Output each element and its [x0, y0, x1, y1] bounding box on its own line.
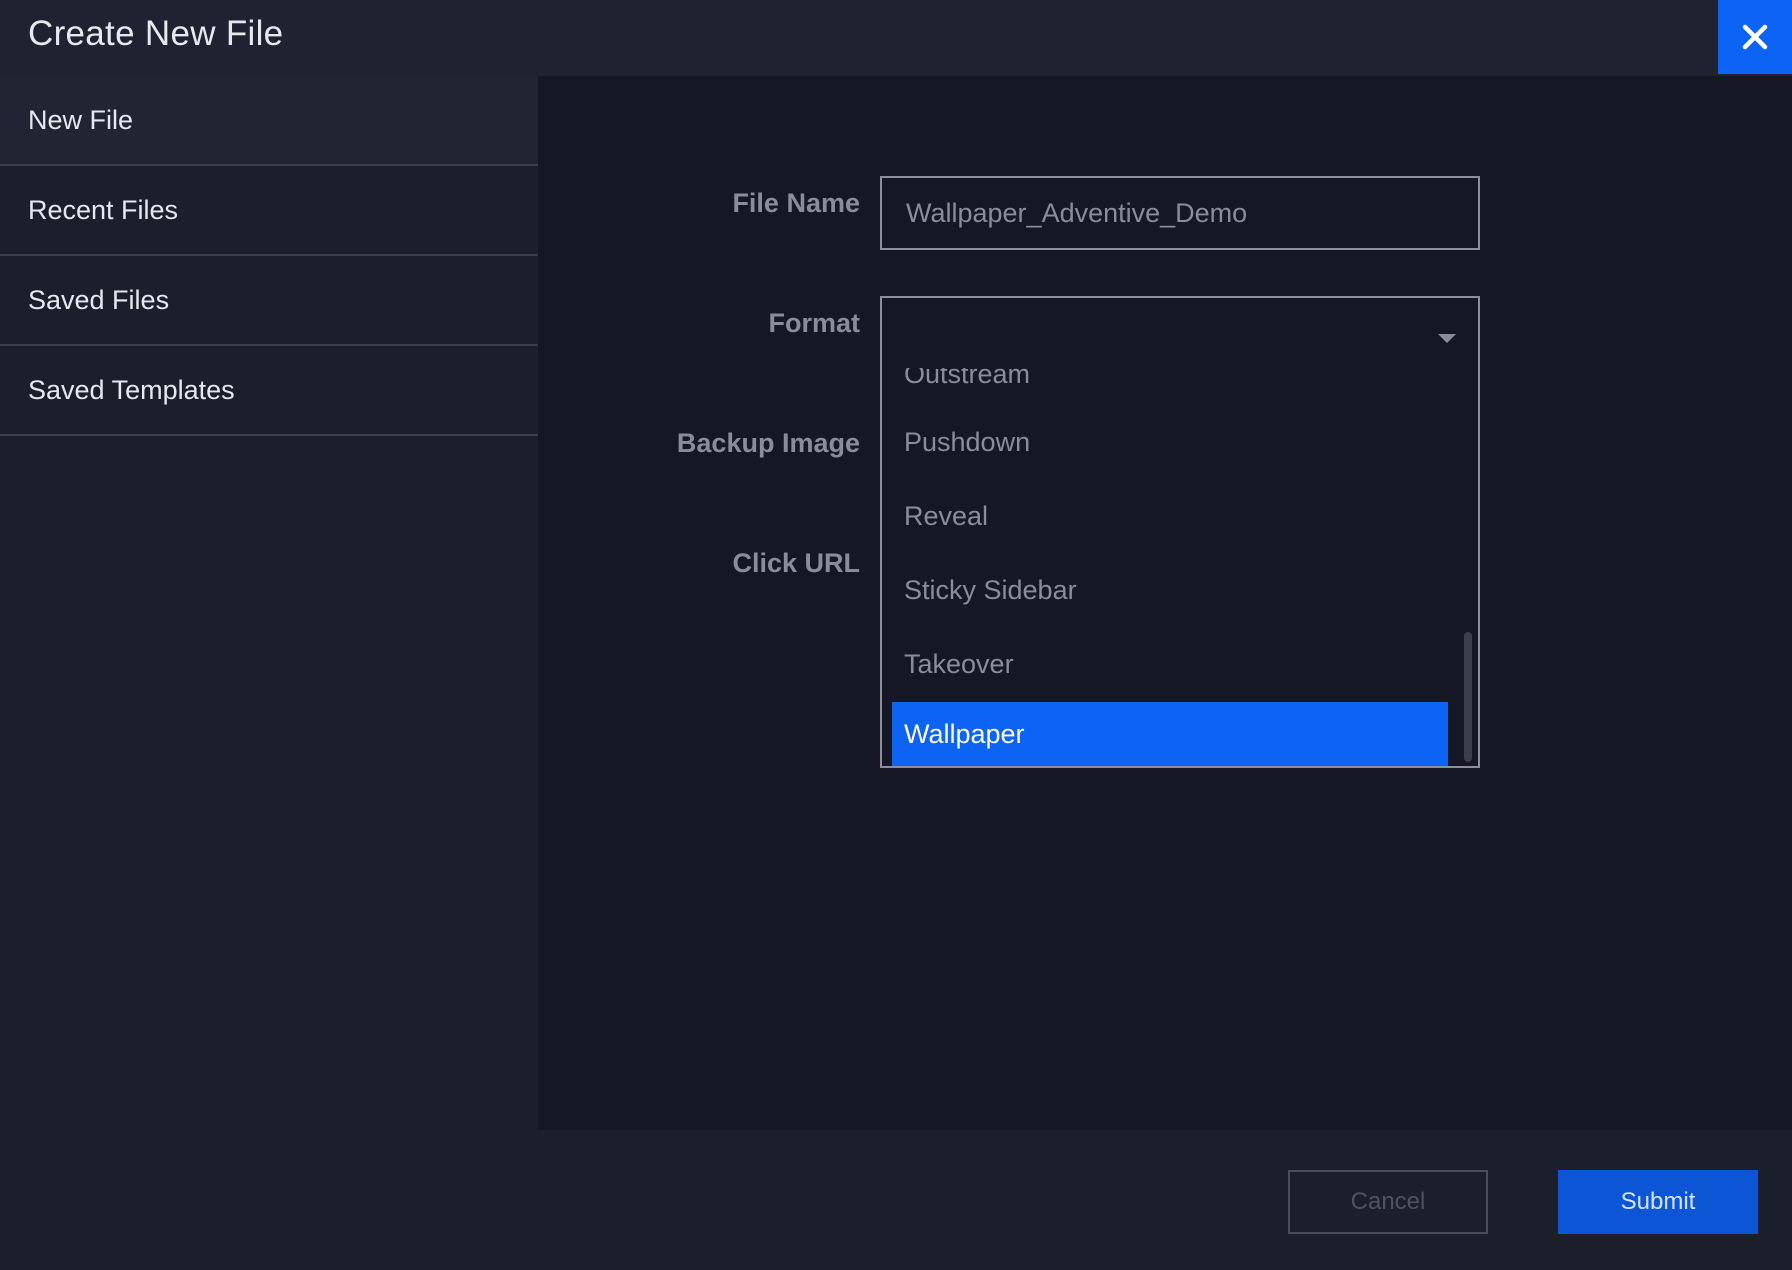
click-url-label: Click URL	[732, 548, 860, 578]
close-icon	[1742, 24, 1768, 50]
submit-button[interactable]: Submit	[1558, 1170, 1758, 1234]
sidebar-item-new-file[interactable]: New File	[0, 76, 538, 166]
sidebar-item-recent-files[interactable]: Recent Files	[0, 166, 538, 256]
format-dropdown-list[interactable]: Outstream Pushdown Reveal Sticky Sidebar…	[880, 368, 1480, 768]
format-option-sticky-sidebar[interactable]: Sticky Sidebar	[892, 558, 1448, 622]
sidebar: New File Recent Files Saved Files Saved …	[0, 76, 538, 1130]
sidebar-item-label: Recent Files	[28, 194, 179, 225]
dialog-header: Create New File	[0, 0, 1792, 76]
format-option-wallpaper[interactable]: Wallpaper	[892, 702, 1448, 766]
dialog-title: Create New File	[28, 14, 284, 53]
close-button[interactable]	[1718, 0, 1792, 74]
file-name-label-wrap: File Name	[538, 188, 860, 228]
dialog-footer: Cancel Submit	[0, 1130, 1792, 1270]
file-name-input[interactable]	[880, 176, 1480, 250]
form-panel: File Name Format Backup Image Click URL …	[538, 76, 1792, 1130]
cancel-button[interactable]: Cancel	[1288, 1170, 1488, 1234]
chevron-down-icon	[1438, 334, 1456, 343]
sidebar-item-label: New File	[28, 104, 134, 135]
format-option-takeover[interactable]: Takeover	[892, 632, 1448, 696]
backup-image-label-wrap: Backup Image	[538, 428, 860, 468]
format-label: Format	[768, 308, 860, 338]
file-name-label: File Name	[732, 188, 860, 218]
sidebar-item-label: Saved Templates	[28, 374, 235, 405]
format-option-outstream[interactable]: Outstream	[892, 368, 1448, 406]
dropdown-scrollbar[interactable]	[1464, 632, 1472, 762]
click-url-label-wrap: Click URL	[538, 548, 860, 588]
format-label-wrap: Format	[538, 308, 860, 348]
format-option-pushdown[interactable]: Pushdown	[892, 410, 1448, 474]
sidebar-item-saved-files[interactable]: Saved Files	[0, 256, 538, 346]
format-option-reveal[interactable]: Reveal	[892, 484, 1448, 548]
sidebar-item-label: Saved Files	[28, 284, 170, 315]
format-select[interactable]	[880, 296, 1480, 370]
backup-image-label: Backup Image	[676, 428, 860, 458]
sidebar-item-saved-templates[interactable]: Saved Templates	[0, 346, 538, 436]
